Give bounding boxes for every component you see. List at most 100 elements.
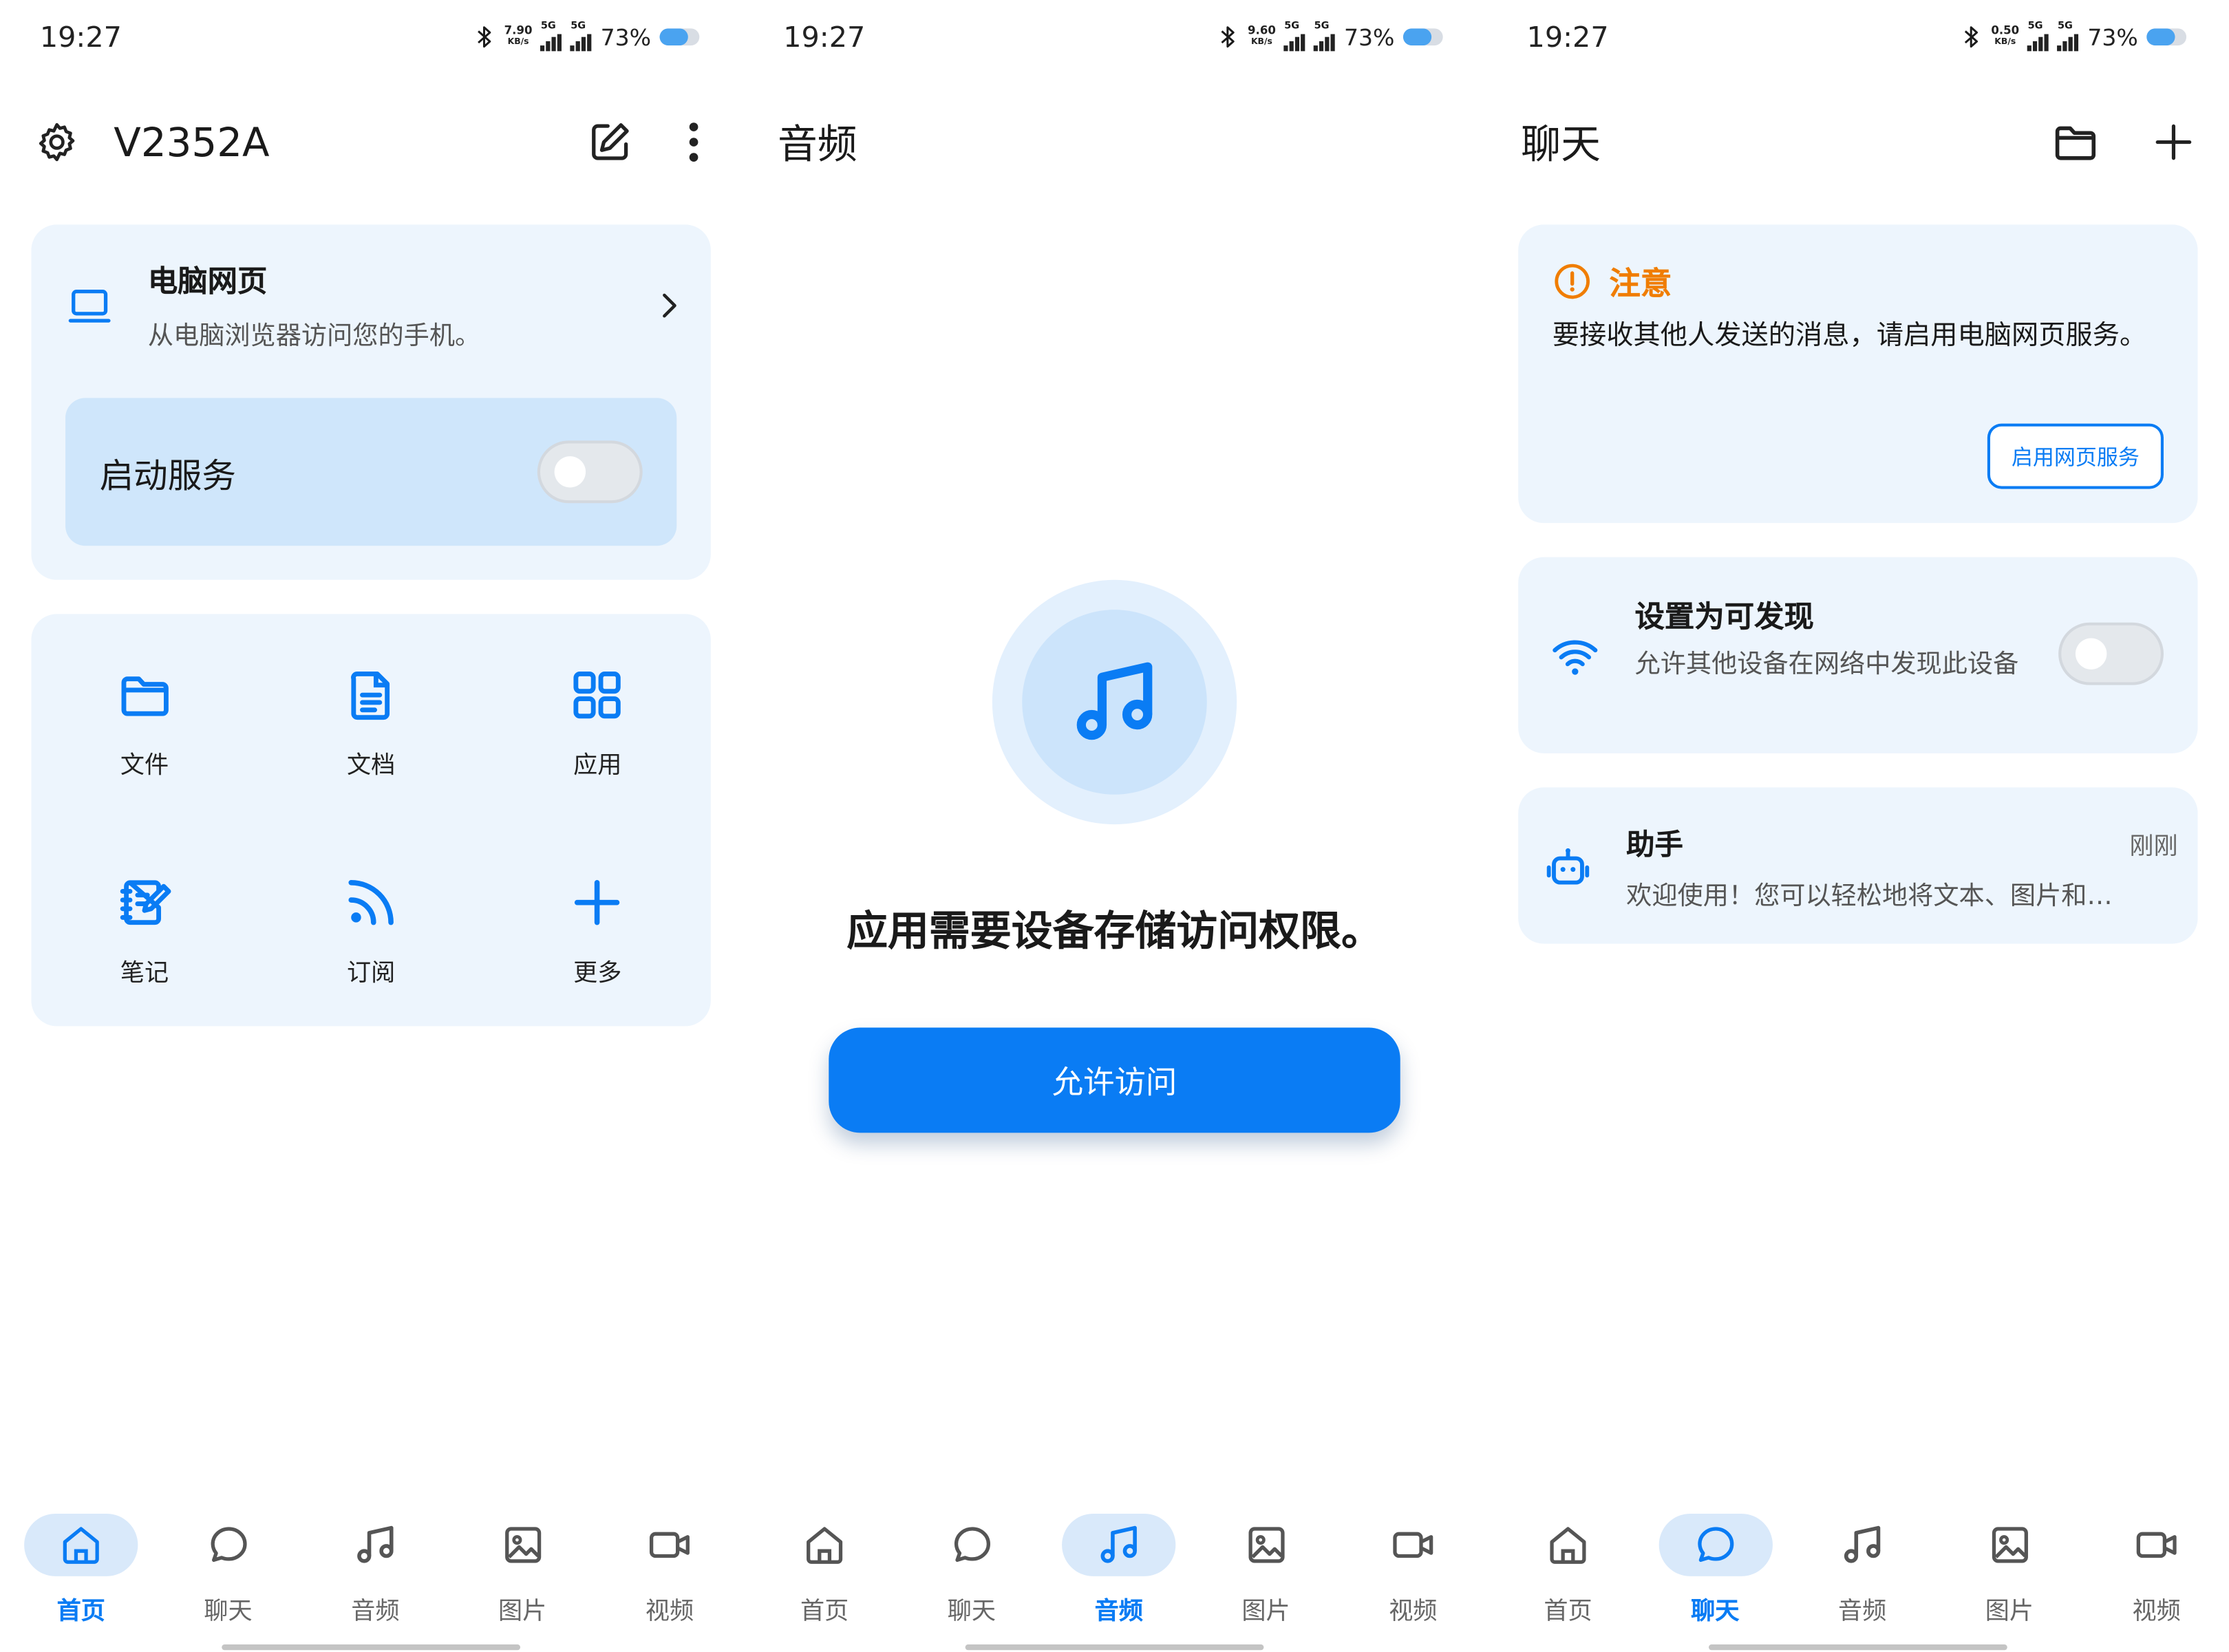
grid-item-subscriptions[interactable]: 订阅: [258, 864, 484, 1029]
nav-label: 聊天: [947, 1597, 996, 1627]
chat-bubble-icon: [1691, 1521, 1739, 1569]
chat-screen: 19:27 0.50 KB/s 5G 5G 73% 聊天 注意 要接收其他人发送…: [1486, 0, 2229, 1652]
device-name: V2352A: [114, 118, 270, 166]
nav-tab-video[interactable]: 视频: [597, 1507, 743, 1635]
nav-tab-audio[interactable]: 音频: [1790, 1507, 1935, 1635]
apps-grid-icon: [574, 671, 621, 719]
grid-label: 文件: [120, 751, 169, 781]
nav-tab-chat[interactable]: 聊天: [156, 1507, 301, 1635]
discoverable-subtitle: 允许其他设备在网络中发现此设备: [1634, 650, 2019, 680]
more-options-icon[interactable]: [685, 120, 703, 165]
grid-label: 笔记: [120, 959, 169, 988]
permission-message: 应用需要设备存储访问权限。: [846, 906, 1383, 956]
nav-tab-images[interactable]: 图片: [1937, 1507, 2082, 1635]
signal-icon-2: 5G: [2057, 20, 2079, 52]
start-service-label: 启动服务: [99, 455, 236, 495]
nav-tab-images[interactable]: 图片: [1193, 1507, 1339, 1635]
nav-tab-audio[interactable]: 音频: [1046, 1507, 1191, 1635]
signal-icon-2: 5G: [570, 20, 593, 52]
home-icon: [57, 1521, 105, 1569]
enable-web-service-button[interactable]: 启用网页服务: [1987, 423, 2164, 489]
status-time: 19:27: [39, 19, 122, 54]
nav-tab-audio[interactable]: 音频: [303, 1507, 448, 1635]
notebook-icon: [120, 880, 171, 925]
network-speed: 9.60: [1248, 24, 1276, 37]
nav-label: 首页: [1544, 1597, 1592, 1627]
gesture-bar[interactable]: [222, 1644, 521, 1651]
status-time: 19:27: [783, 19, 866, 54]
battery-icon: [2146, 28, 2187, 46]
nav-label: 音频: [351, 1597, 400, 1627]
web-access-title: 电脑网页: [147, 264, 268, 299]
signal-icon-2: 5G: [1314, 20, 1336, 52]
music-illustration: [992, 579, 1237, 825]
battery-icon: [1403, 28, 1443, 46]
status-bar: 19:27 7.90 KB/s 5G 5G 73%: [39, 17, 700, 57]
signal-icon: 5G: [1284, 20, 1306, 52]
grid-item-more[interactable]: 更多: [484, 864, 711, 1029]
folder-icon[interactable]: [2050, 116, 2101, 167]
robot-icon: [1546, 848, 1590, 885]
nav-label: 聊天: [204, 1597, 253, 1627]
network-speed-unit: KB/s: [1994, 36, 2016, 47]
music-note-icon: [351, 1521, 399, 1569]
rss-icon: [348, 880, 394, 925]
edit-icon[interactable]: [586, 118, 634, 166]
page-title: 音频: [777, 120, 857, 168]
laptop-icon: [65, 281, 114, 330]
nav-tab-chat[interactable]: 聊天: [899, 1507, 1045, 1635]
grid-label: 应用: [573, 751, 622, 781]
nav-label: 首页: [56, 1597, 105, 1627]
notice-body: 要接收其他人发送的消息，请启用电脑网页服务。: [1552, 319, 2147, 352]
network-speed-unit: KB/s: [507, 36, 529, 47]
grid-item-files[interactable]: 文件: [31, 656, 257, 822]
chevron-right-icon: [654, 287, 685, 324]
shortcut-grid-card: 文件 文档 应用 笔记 订阅 更多: [31, 614, 711, 1029]
settings-gear-icon[interactable]: [34, 120, 80, 165]
page-title: 聊天: [1521, 120, 1601, 168]
start-service-toggle[interactable]: [537, 440, 643, 504]
assistant-name: 助手: [1626, 827, 1683, 861]
nav-label: 聊天: [1691, 1597, 1740, 1627]
nav-tab-home[interactable]: 首页: [8, 1507, 153, 1635]
home-icon: [800, 1521, 849, 1569]
music-note-icon: [1076, 662, 1153, 740]
nav-label: 图片: [1241, 1597, 1290, 1627]
web-access-subtitle: 从电脑浏览器访问您的手机。: [147, 321, 481, 352]
grid-label: 订阅: [346, 959, 396, 988]
discoverable-toggle[interactable]: [2058, 622, 2164, 685]
nav-tab-video[interactable]: 视频: [2084, 1507, 2229, 1635]
video-camera-icon: [2133, 1521, 2181, 1569]
nav-tab-home[interactable]: 首页: [752, 1507, 897, 1635]
grid-item-documents[interactable]: 文档: [258, 656, 484, 822]
nav-tab-images[interactable]: 图片: [450, 1507, 595, 1635]
battery-icon: [659, 28, 700, 46]
grid-item-apps[interactable]: 应用: [484, 656, 711, 822]
nav-label: 视频: [2132, 1597, 2181, 1627]
music-note-icon: [1838, 1521, 1886, 1569]
start-service-row: 启动服务: [65, 398, 677, 546]
bluetooth-icon: [473, 24, 495, 50]
assistant-conversation[interactable]: 助手 刚刚 欢迎使用！您可以轻松地将文本、图片和…: [1518, 787, 2198, 944]
plus-icon[interactable]: [2152, 121, 2195, 164]
nav-label: 视频: [645, 1597, 694, 1627]
web-access-card: 电脑网页 从电脑浏览器访问您的手机。 启动服务: [31, 224, 711, 580]
audio-screen: 19:27 9.60 KB/s 5G 5G 73% 音频 应用需要设备存储访问权限…: [743, 0, 1486, 1652]
nav-label: 音频: [1094, 1597, 1143, 1627]
web-access-row[interactable]: 电脑网页 从电脑浏览器访问您的手机。: [65, 256, 685, 356]
video-camera-icon: [1389, 1521, 1437, 1569]
nav-tab-chat[interactable]: 聊天: [1643, 1507, 1788, 1635]
gesture-bar[interactable]: [1708, 1644, 2007, 1651]
gesture-bar[interactable]: [965, 1644, 1264, 1651]
assistant-time: 刚刚: [2129, 833, 2178, 861]
allow-access-button[interactable]: 允许访问: [829, 1027, 1400, 1133]
status-time: 19:27: [1526, 19, 1609, 54]
bluetooth-icon: [1960, 24, 1983, 50]
nav-tab-video[interactable]: 视频: [1341, 1507, 1486, 1635]
battery-percent: 73%: [2087, 23, 2138, 51]
image-icon: [1985, 1521, 2034, 1569]
video-camera-icon: [646, 1521, 694, 1569]
network-speed: 0.50: [1991, 24, 2020, 37]
grid-item-notes[interactable]: 笔记: [31, 864, 257, 1029]
nav-tab-home[interactable]: 首页: [1495, 1507, 1641, 1635]
